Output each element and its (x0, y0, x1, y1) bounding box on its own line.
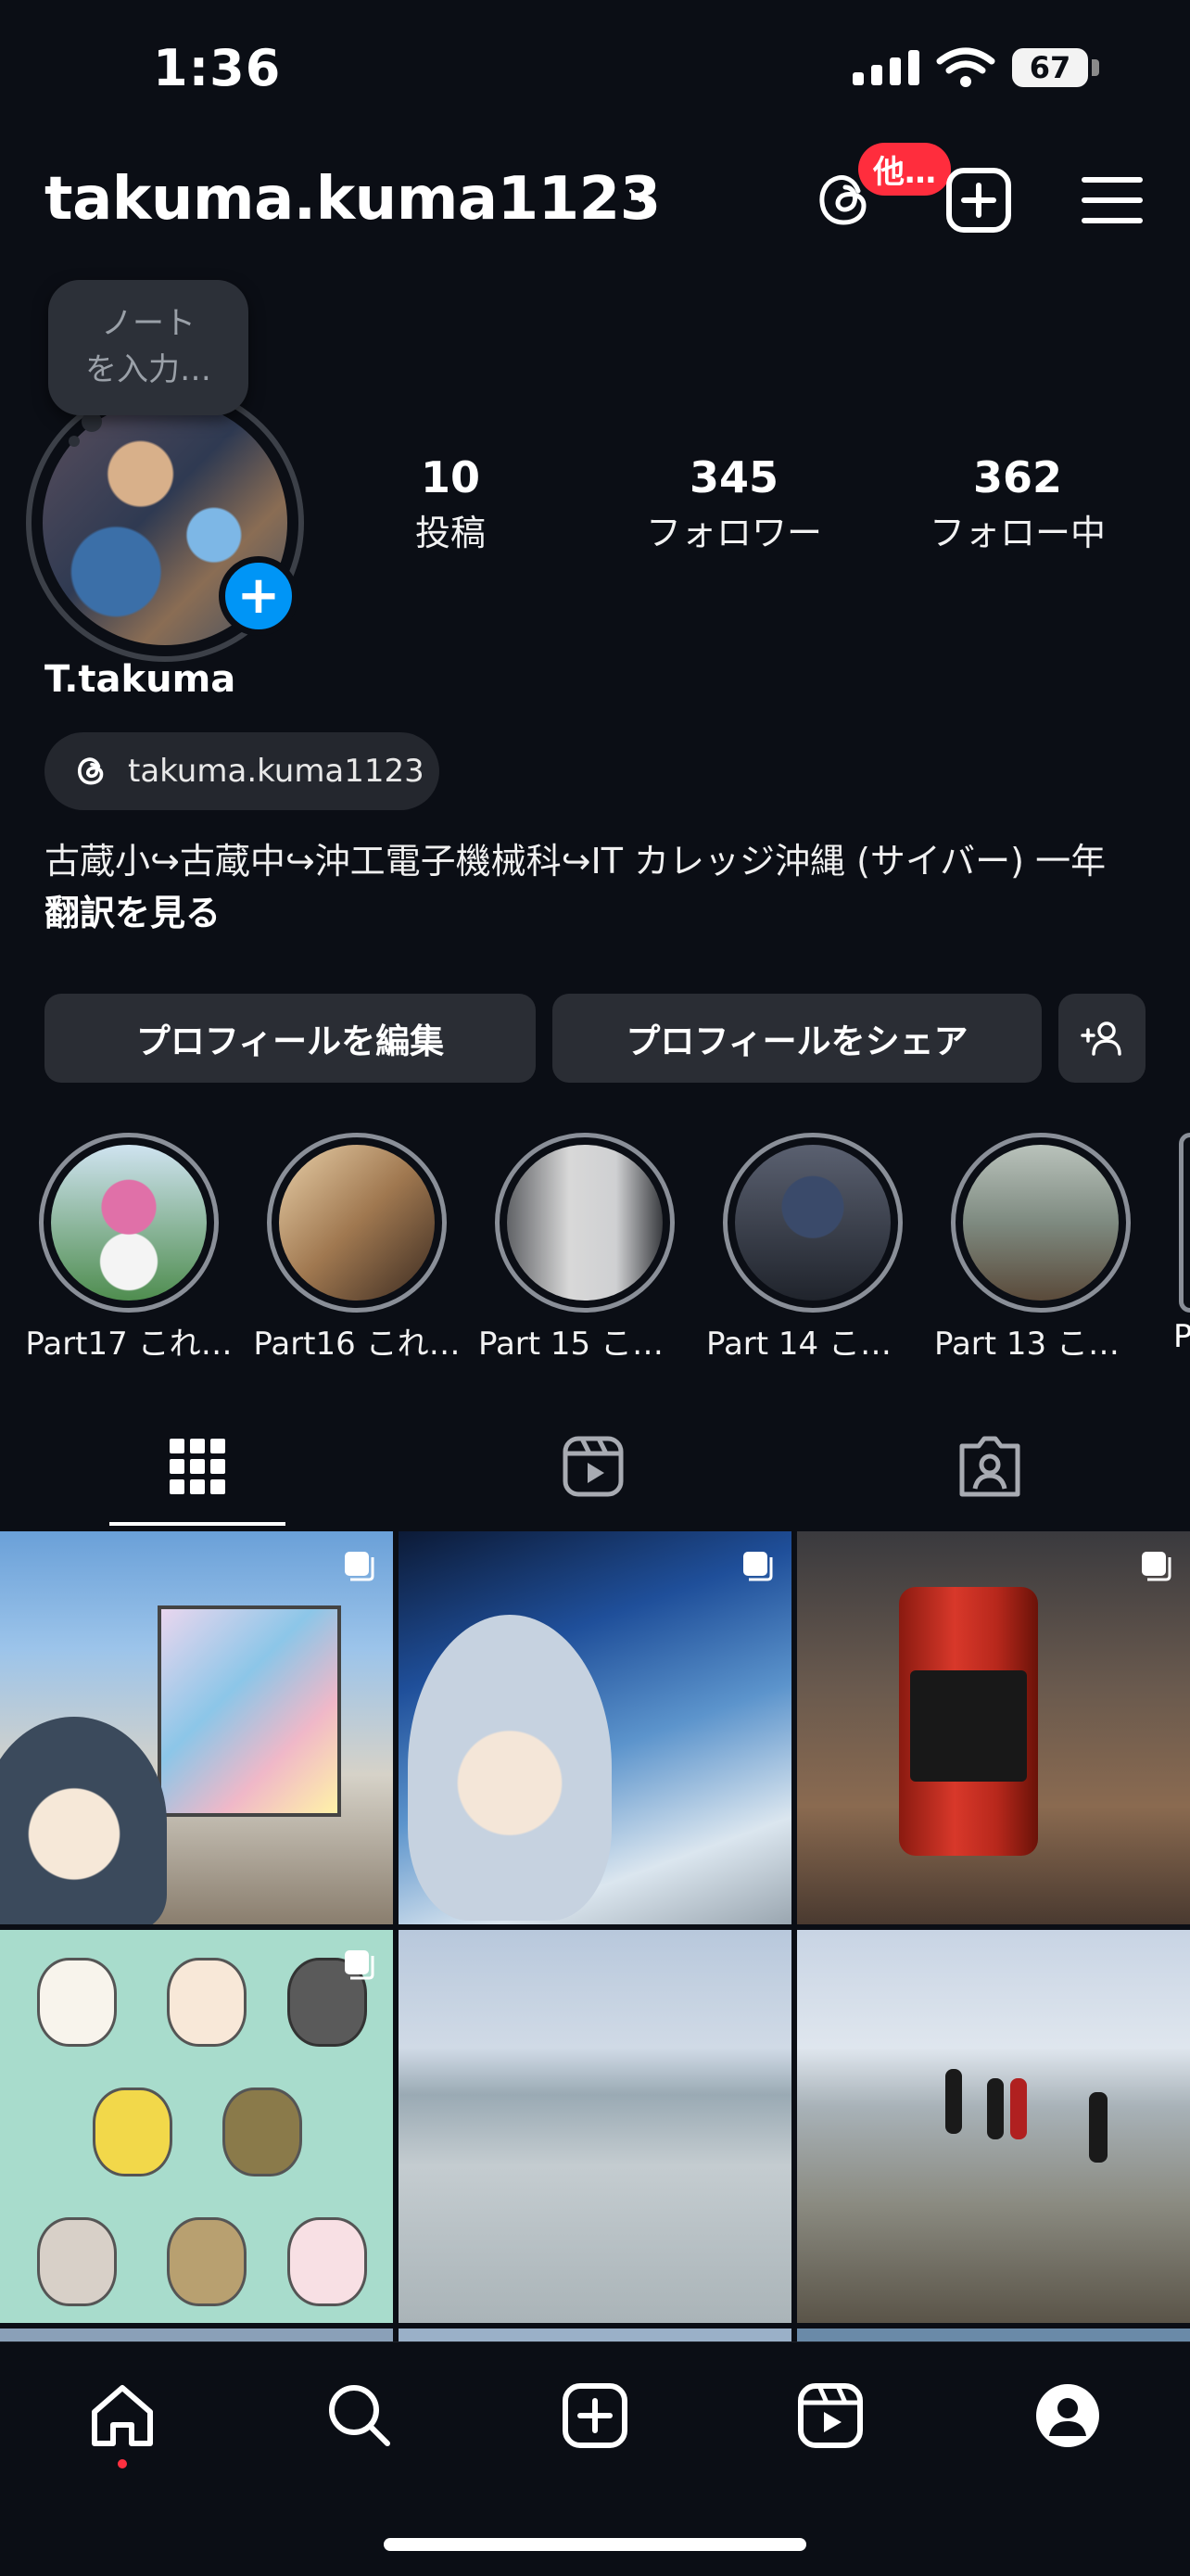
share-profile-button[interactable]: プロフィールをシェア (552, 994, 1042, 1083)
highlight-partial[interactable] (1179, 1133, 1190, 1313)
note-placeholder: ノート を入力… (85, 305, 211, 388)
post-tile[interactable] (0, 1531, 393, 1924)
post-tile[interactable] (399, 1531, 791, 1924)
axolotl-illustration (37, 1958, 117, 2047)
threads-handle: takuma.kuma1123 (128, 753, 424, 790)
chevron-down-icon[interactable] (627, 182, 654, 209)
wifi-icon (936, 47, 995, 87)
reels-icon[interactable] (793, 2379, 867, 2453)
cellular-signal-icon (853, 48, 919, 85)
person-figure (945, 2069, 962, 2134)
menu-icon[interactable] (1075, 163, 1149, 237)
posts-count-value: 10 (420, 452, 480, 502)
display-name: T.takuma (44, 658, 236, 701)
axolotl-illustration (37, 2217, 117, 2306)
highlight-part16[interactable] (267, 1133, 447, 1313)
axolotl-illustration (93, 2087, 172, 2176)
see-translation-link[interactable]: 翻訳を見る (44, 884, 221, 935)
post-tile-partial (0, 2329, 393, 2341)
followers-count-label: フォロワー (645, 513, 822, 553)
person-figure (1089, 2092, 1108, 2163)
following-count-value: 362 (972, 452, 1063, 502)
plush-figure (0, 1717, 167, 1924)
highlight-part15-cover (507, 1145, 663, 1301)
posts-count[interactable]: 10 投稿 (339, 452, 562, 555)
battery-icon: 67 (1012, 48, 1088, 87)
plush-figure (408, 1615, 612, 1921)
following-count[interactable]: 362 フォロー中 (906, 452, 1129, 555)
home-indicator (384, 2538, 806, 2551)
axolotl-illustration (167, 2217, 247, 2306)
highlight-part13[interactable] (951, 1133, 1131, 1313)
threads-notification-badge: 他… (858, 143, 951, 196)
home-activity-dot (118, 2459, 127, 2468)
highlight-partial-label: P (1173, 1318, 1190, 1355)
threads-profile-link[interactable]: takuma.kuma1123 (44, 732, 439, 810)
status-time: 1:36 (153, 39, 282, 97)
post-tile-partial (399, 2329, 791, 2341)
post-tile[interactable] (399, 1930, 791, 2323)
post-tile-partial (797, 2329, 1190, 2341)
person-figure (1010, 2078, 1027, 2139)
discover-people-button[interactable] (1058, 994, 1146, 1083)
highlight-part17[interactable] (39, 1133, 219, 1313)
active-tab-indicator (109, 1522, 285, 1526)
highlight-part13-label: Part 13 これ… (934, 1326, 1147, 1363)
axolotl-illustration (222, 2087, 302, 2176)
poster-billboard (158, 1605, 341, 1817)
search-icon[interactable] (323, 2379, 397, 2453)
highlight-part16-label: Part16 これ… (253, 1326, 461, 1363)
highlight-part17-cover (51, 1145, 207, 1301)
posts-count-label: 投稿 (414, 513, 486, 553)
followers-count-value: 345 (689, 452, 779, 502)
post-tile[interactable] (797, 1930, 1190, 2323)
create-icon[interactable] (558, 2379, 632, 2453)
highlight-part14-label: Part 14 これ… (706, 1326, 919, 1363)
highlight-part14[interactable] (723, 1133, 903, 1313)
highlight-part14-cover (735, 1145, 891, 1301)
multi-photo-icon (345, 1552, 374, 1581)
edit-profile-button[interactable]: プロフィールを編集 (44, 994, 536, 1083)
multi-photo-icon (1142, 1552, 1171, 1581)
note-bubble[interactable]: ノート を入力… (48, 280, 248, 415)
reels-icon[interactable] (560, 1433, 627, 1500)
battery-cap (1092, 59, 1099, 76)
person-figure (987, 2078, 1004, 2139)
bio-text: 古蔵小↪︎古蔵中↪︎沖工電子機械科↪︎IT カレッジ沖縄 (サイバー) 一年 (44, 841, 1107, 882)
home-icon[interactable] (85, 2379, 159, 2453)
profile-icon[interactable] (1031, 2379, 1105, 2453)
axolotl-illustration (167, 1958, 247, 2047)
multi-photo-icon (743, 1552, 773, 1581)
oil-can-label (910, 1670, 1027, 1782)
multi-photo-icon (345, 1950, 374, 1980)
add-story-icon[interactable]: + (219, 556, 298, 636)
tagged-icon[interactable] (956, 1433, 1023, 1500)
highlight-part15[interactable] (495, 1133, 675, 1313)
threads-small-icon (78, 757, 104, 785)
axolotl-illustration (287, 2217, 367, 2306)
highlight-part13-cover (963, 1145, 1119, 1301)
grid-icon[interactable] (164, 1433, 231, 1500)
followers-count[interactable]: 345 フォロワー (623, 452, 845, 555)
post-tile[interactable] (797, 1531, 1190, 1924)
note-bubble-tail-small (69, 436, 80, 447)
following-count-label: フォロー中 (929, 513, 1106, 553)
username-switcher[interactable]: takuma.kuma1123 (44, 165, 661, 234)
create-plus-icon[interactable] (942, 163, 1016, 237)
add-person-icon (1081, 1022, 1121, 1056)
post-tile[interactable] (0, 1930, 393, 2323)
highlight-part17-label: Part17 これ… (25, 1326, 233, 1363)
highlight-part16-cover (279, 1145, 435, 1301)
highlight-part15-label: Part 15 これ… (478, 1326, 691, 1363)
